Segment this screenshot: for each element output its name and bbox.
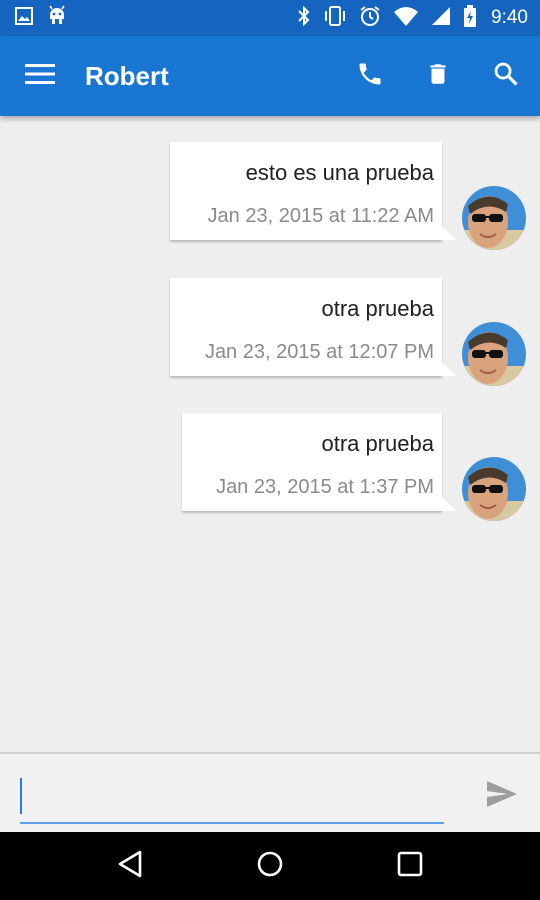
send-button[interactable] bbox=[474, 768, 530, 824]
status-right-icons: 9:40 bbox=[297, 4, 528, 32]
message-bubble[interactable]: esto es una prueba Jan 23, 2015 at 11:22… bbox=[170, 142, 456, 240]
message-item[interactable]: otra prueba Jan 23, 2015 at 1:37 PM bbox=[182, 413, 526, 521]
status-bar: 9:40 bbox=[0, 0, 540, 36]
menu-icon bbox=[24, 63, 56, 90]
back-button[interactable] bbox=[100, 836, 160, 896]
android-debug-icon bbox=[46, 5, 68, 32]
alarm-icon bbox=[359, 5, 381, 32]
avatar[interactable] bbox=[462, 186, 526, 250]
message-composer bbox=[0, 752, 540, 832]
message-text: esto es una prueba bbox=[245, 160, 434, 185]
home-icon bbox=[256, 850, 284, 883]
message-text: otra prueba bbox=[321, 296, 434, 321]
avatar[interactable] bbox=[462, 457, 526, 521]
message-item[interactable]: otra prueba Jan 23, 2015 at 12:07 PM bbox=[170, 278, 526, 386]
send-icon bbox=[486, 780, 518, 813]
recents-button[interactable] bbox=[380, 836, 440, 896]
cell-signal-icon bbox=[431, 6, 451, 31]
battery-icon bbox=[463, 4, 477, 32]
message-timestamp: Jan 23, 2015 at 11:22 AM bbox=[207, 205, 434, 227]
text-cursor bbox=[20, 778, 22, 814]
home-button[interactable] bbox=[240, 836, 300, 896]
status-time: 9:40 bbox=[491, 7, 528, 28]
message-bubble[interactable]: otra prueba Jan 23, 2015 at 12:07 PM bbox=[170, 278, 456, 376]
search-button[interactable] bbox=[472, 36, 540, 116]
call-button[interactable] bbox=[336, 36, 404, 116]
avatar[interactable] bbox=[462, 322, 526, 386]
message-timestamp: Jan 23, 2015 at 12:07 PM bbox=[204, 341, 434, 363]
delete-icon bbox=[425, 60, 451, 93]
message-input[interactable] bbox=[20, 772, 444, 824]
vibrate-icon bbox=[323, 5, 347, 32]
app-bar: Robert bbox=[0, 36, 540, 116]
phone-icon bbox=[356, 60, 384, 93]
back-icon bbox=[117, 850, 143, 883]
menu-button[interactable] bbox=[0, 36, 80, 116]
recents-icon bbox=[397, 851, 423, 882]
message-bubble[interactable]: otra prueba Jan 23, 2015 at 1:37 PM bbox=[182, 413, 456, 511]
search-icon bbox=[492, 60, 520, 93]
image-notification-icon bbox=[14, 6, 34, 31]
system-nav-bar bbox=[0, 832, 540, 900]
wifi-icon bbox=[393, 5, 419, 32]
status-left-icons bbox=[14, 5, 68, 32]
message-item[interactable]: esto es una prueba Jan 23, 2015 at 11:22… bbox=[170, 142, 526, 250]
bluetooth-icon bbox=[297, 5, 311, 32]
conversation-title: Robert bbox=[85, 60, 169, 91]
message-text: otra prueba bbox=[321, 431, 434, 456]
delete-button[interactable] bbox=[404, 36, 472, 116]
message-list[interactable]: esto es una prueba Jan 23, 2015 at 11:22… bbox=[0, 116, 540, 752]
message-timestamp: Jan 23, 2015 at 1:37 PM bbox=[216, 476, 434, 498]
